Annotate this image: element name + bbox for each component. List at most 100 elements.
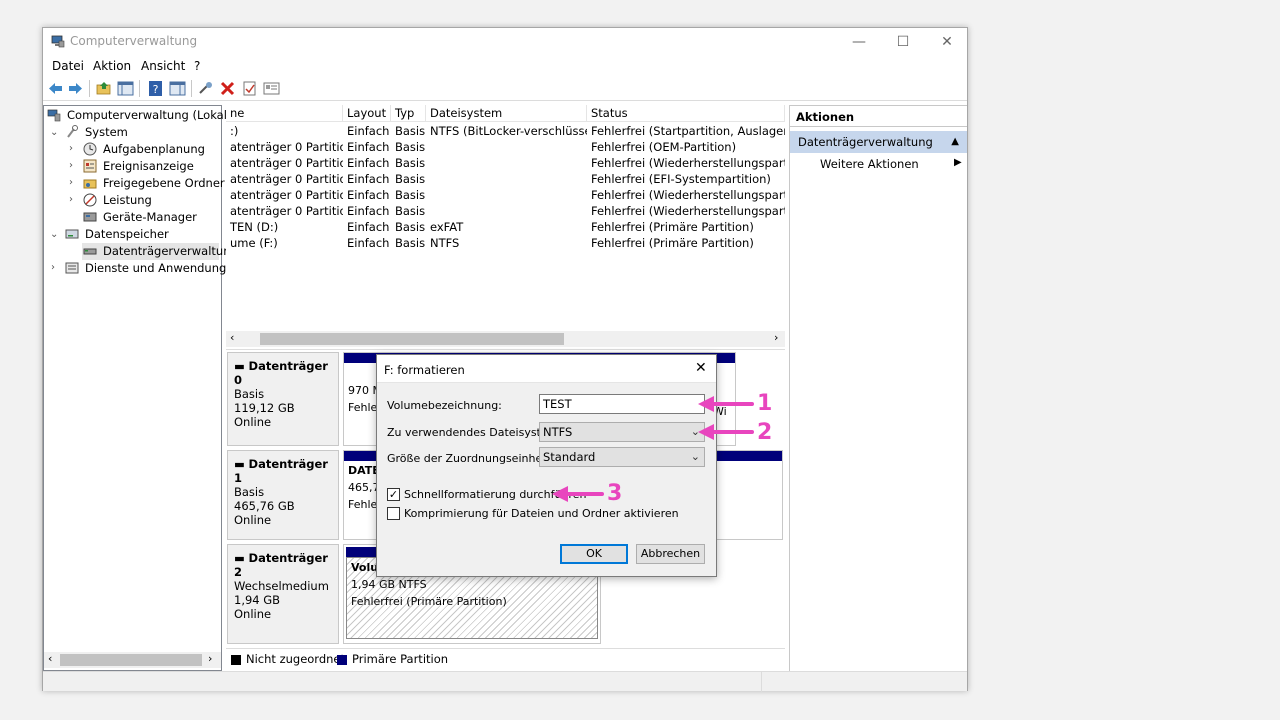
collapse-up-icon[interactable]: ▲ — [951, 131, 959, 153]
volume-row[interactable]: :) Einfach Basis NTFS (BitLocker-verschlüss… — [226, 123, 785, 139]
column-header-name[interactable]: ne — [226, 105, 343, 122]
console-tree-icon[interactable] — [117, 80, 134, 97]
volume-row[interactable]: atenträger 0 Partition 6) Einfach Basis Feh… — [226, 187, 785, 203]
volume-cell-filesystem: NTFS — [430, 236, 460, 250]
services-icon — [65, 262, 79, 274]
volume-cell-filesystem: NTFS (BitLocker-verschlüsselt) — [430, 124, 587, 138]
volume-cell-name: atenträger 0 Partition 6) — [230, 188, 343, 202]
volume-cell-type: Basis — [395, 188, 426, 202]
maximize-button[interactable]: ☐ — [881, 28, 925, 56]
disk-state: Online — [234, 513, 272, 527]
disk-0-label[interactable]: ▬ Datenträger 0 Basis 119,12 GB Online — [227, 352, 339, 446]
up-folder-icon[interactable] — [95, 80, 112, 97]
window-title: Computerverwaltung — [70, 34, 198, 48]
actions-header: Aktionen — [790, 105, 967, 127]
dialog-title: F: formatieren — [384, 363, 465, 377]
close-button[interactable]: ✕ — [925, 28, 969, 56]
chevron-down-icon[interactable]: ⌄ — [50, 230, 60, 240]
tree-horizontal-scrollbar[interactable]: ‹ › — [44, 652, 221, 668]
volume-row[interactable]: atenträger 0 Partition 2) Einfach Basis Feh… — [226, 155, 785, 171]
volume-label-caption: Volumebezeichnung: — [387, 399, 502, 412]
volume-cell-layout: Einfach — [347, 124, 390, 138]
scroll-right-icon[interactable]: › — [208, 652, 212, 665]
volume-row[interactable]: atenträger 0 Partition 1) Einfach Basis Feh… — [226, 139, 785, 155]
minimize-button[interactable]: — — [837, 28, 881, 56]
delete-icon[interactable] — [219, 80, 236, 97]
disk-size: 465,76 GB — [234, 499, 295, 513]
quick-format-checkbox[interactable]: ✓ — [387, 488, 400, 501]
partition-size: 1,94 GB NTFS — [351, 578, 427, 591]
status-bar — [43, 671, 967, 692]
disk-size: 1,94 GB — [234, 593, 281, 607]
chevron-right-icon[interactable]: › — [69, 144, 79, 154]
back-arrow-icon[interactable] — [47, 80, 64, 97]
menu-ansicht[interactable]: Ansicht — [141, 59, 185, 73]
actions-section-datentraegerverwaltung[interactable]: Datenträgerverwaltung ▲ — [790, 131, 967, 153]
scroll-right-icon[interactable]: › — [774, 331, 778, 344]
chevron-right-icon[interactable]: › — [69, 195, 79, 205]
column-header-status[interactable]: Status — [587, 105, 785, 122]
toolbar: ? — [43, 76, 967, 101]
chevron-down-icon[interactable]: ⌄ — [50, 128, 60, 138]
annotation-number-1: 1 — [757, 391, 773, 416]
cancel-button[interactable]: Abbrechen — [636, 544, 705, 564]
legend-primary: Primäre Partition — [352, 652, 449, 666]
action-label: Weitere Aktionen — [820, 157, 919, 171]
ok-button[interactable]: OK — [560, 544, 628, 564]
scroll-thumb[interactable] — [60, 654, 202, 666]
tree-label: Aufgabenplanung — [103, 142, 205, 156]
disk-1-label[interactable]: ▬ Datenträger 1 Basis 465,76 GB Online — [227, 450, 339, 540]
partition-legend: Nicht zugeordnet Primäre Partition — [226, 648, 785, 670]
volume-row[interactable]: atenträger 0 Partition 7) Einfach Basis Feh… — [226, 203, 785, 219]
annotation-number-3: 3 — [607, 481, 623, 506]
disk-state: Online — [234, 415, 272, 429]
submenu-arrow-icon[interactable]: ▶ — [954, 157, 962, 168]
list-view-icon[interactable] — [263, 80, 280, 97]
legend-unallocated: Nicht zugeordnet — [246, 652, 346, 666]
toolbar-separator — [139, 80, 140, 97]
column-header-layout[interactable]: Layout — [343, 105, 391, 122]
menu-datei[interactable]: Datei — [52, 59, 84, 73]
toolbar-separator — [191, 80, 192, 97]
volume-row[interactable]: ume (F:) Einfach Basis NTFS Fehlerfrei (Prim… — [226, 235, 785, 251]
connect-icon[interactable] — [197, 80, 214, 97]
forward-arrow-icon[interactable] — [67, 80, 84, 97]
shared-folder-icon — [83, 179, 97, 189]
chevron-right-icon[interactable]: › — [69, 178, 79, 188]
actions-section-label: Datenträgerverwaltung — [798, 135, 933, 149]
menu-aktion[interactable]: Aktion — [93, 59, 131, 73]
help-icon[interactable]: ? — [147, 80, 164, 97]
dialog-title-bar: F: formatieren ✕ — [377, 355, 716, 383]
disk-2-label[interactable]: ▬ Datenträger 2 Wechselmedium 1,94 GB On… — [227, 544, 339, 644]
scroll-thumb[interactable] — [260, 333, 564, 345]
tree-label: Datenspeicher — [85, 227, 169, 241]
compression-checkbox[interactable] — [387, 507, 400, 520]
volume-row[interactable]: atenträger 0 Partition 3) Einfach Basis Feh… — [226, 171, 785, 187]
scroll-left-icon[interactable]: ‹ — [230, 331, 234, 344]
column-header-filesystem[interactable]: Dateisystem — [426, 105, 587, 122]
tree-label: Ereignisanzeige — [103, 159, 194, 173]
chevron-right-icon[interactable]: › — [69, 161, 79, 171]
check-document-icon[interactable] — [241, 80, 258, 97]
volume-cell-type: Basis — [395, 124, 426, 138]
tree-label: System — [85, 125, 128, 139]
dialog-close-icon[interactable]: ✕ — [695, 360, 707, 376]
scroll-left-icon[interactable]: ‹ — [48, 652, 52, 665]
action-weitere-aktionen[interactable]: Weitere Aktionen — [820, 157, 919, 171]
disk-type: Basis — [234, 485, 265, 499]
volume-list-horizontal-scrollbar[interactable]: ‹ › — [226, 331, 785, 347]
tree-item-datentraegerverwaltung[interactable]: Datenträgerverwaltung — [82, 243, 238, 260]
volume-row[interactable]: TEN (D:) Einfach Basis exFAT Fehlerfrei (Pri… — [226, 219, 785, 235]
volume-cell-layout: Einfach — [347, 172, 390, 186]
volume-cell-status: Fehlerfrei (Wiederherstellungspartition) — [591, 156, 785, 170]
disk-icon: ▬ — [234, 359, 249, 373]
title-bar: Computerverwaltung — ☐ ✕ — [43, 28, 967, 56]
column-header-type[interactable]: Typ — [391, 105, 426, 122]
allocation-size-caption: Größe der Zuordnungseinheit: — [387, 452, 554, 465]
volume-cell-status: Fehlerfrei (Wiederherstellungspartition) — [591, 188, 785, 202]
volume-cell-layout: Einfach — [347, 140, 390, 154]
menu-help[interactable]: ? — [194, 59, 200, 73]
disk-name: ▬ Datenträger 2 — [234, 551, 328, 579]
chevron-right-icon[interactable]: › — [51, 263, 61, 273]
properties-panel-icon[interactable] — [169, 80, 186, 97]
